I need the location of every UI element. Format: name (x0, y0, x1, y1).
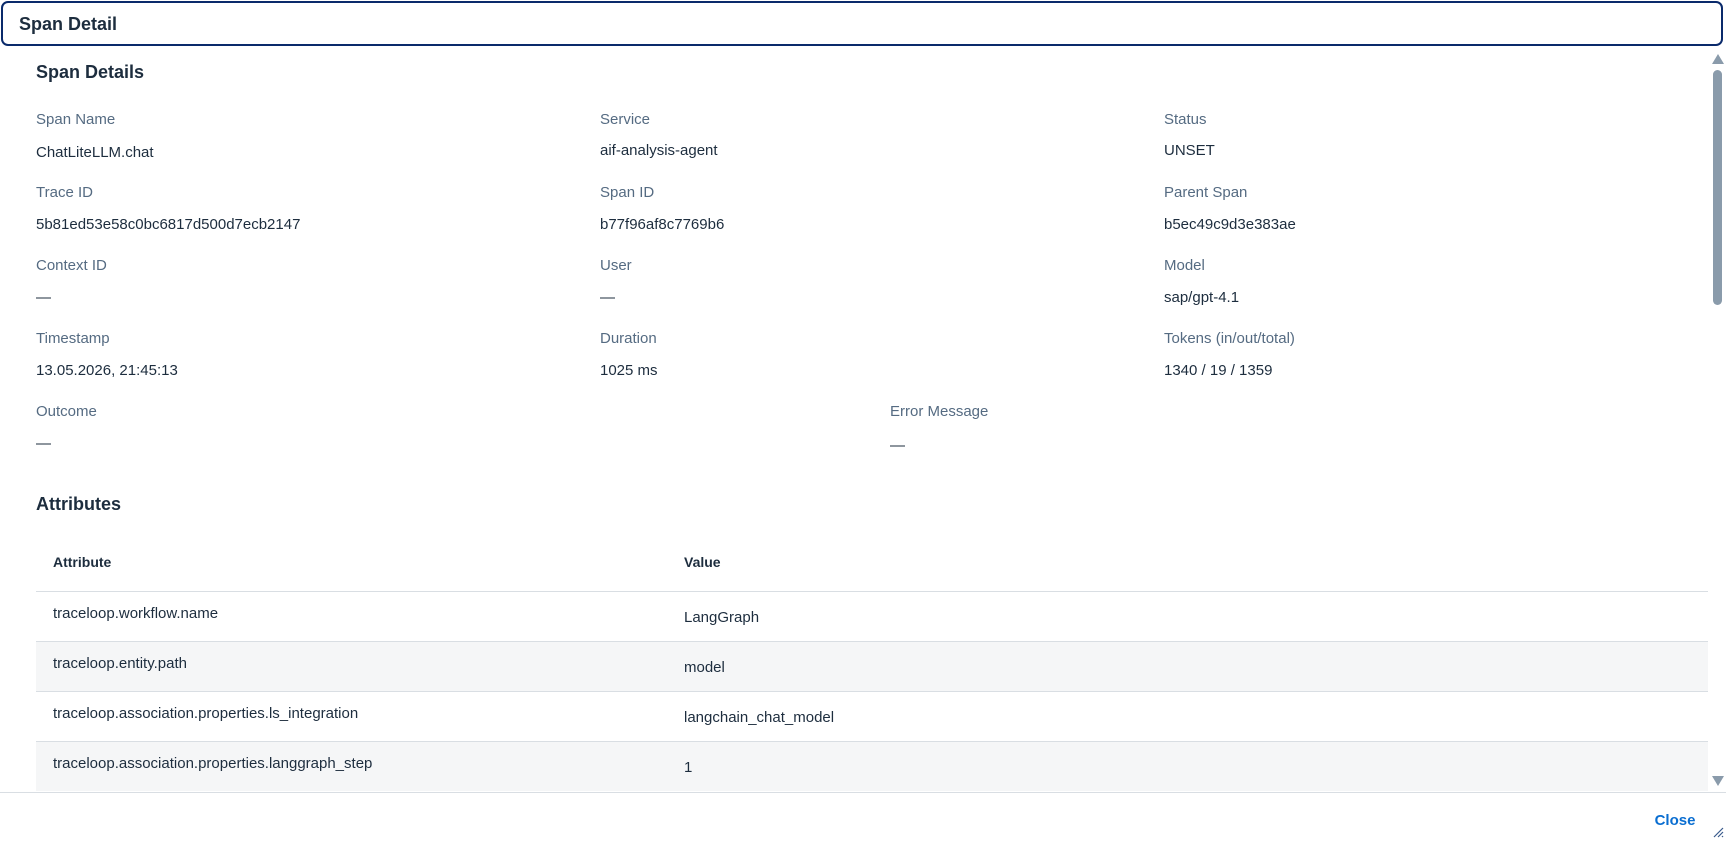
attribute-cell: traceloop.association.properties.langgra… (53, 755, 373, 772)
table-row[interactable]: traceloop.association.properties.ls_inte… (36, 692, 1708, 742)
dialog-header: Span Detail (1, 1, 1723, 46)
outcome-value: — (36, 435, 51, 452)
timestamp-label: Timestamp (36, 330, 110, 347)
value-cell: 1 (684, 759, 693, 776)
service-value: aif-analysis-agent (600, 142, 718, 159)
duration-label: Duration (600, 330, 657, 347)
attribute-cell: traceloop.association.properties.ls_inte… (53, 705, 359, 722)
context-id-value: — (36, 289, 51, 306)
resize-grip-icon[interactable] (1712, 826, 1724, 838)
status-label: Status (1164, 111, 1207, 128)
duration-value: 1025 ms (600, 362, 658, 379)
vertical-scrollbar[interactable] (1708, 52, 1726, 792)
table-row[interactable]: traceloop.association.properties.langgra… (36, 742, 1708, 791)
tokens-value: 1340 / 19 / 1359 (1164, 362, 1273, 379)
table-row[interactable]: traceloop.workflow.name LangGraph (36, 592, 1708, 642)
outcome-label: Outcome (36, 403, 97, 420)
value-cell: LangGraph (684, 609, 760, 626)
user-label: User (600, 257, 632, 274)
span-id-label: Span ID (600, 184, 655, 201)
span-details-heading: Span Details (36, 62, 145, 82)
parent-span-label: Parent Span (1164, 184, 1248, 201)
scroll-up-arrow-icon[interactable] (1712, 54, 1724, 64)
table-row[interactable]: traceloop.entity.path model (36, 642, 1708, 692)
model-label: Model (1164, 257, 1205, 274)
value-cell: model (684, 659, 725, 676)
attributes-table: Attribute Value traceloop.workflow.name … (36, 533, 1708, 791)
error-message-label: Error Message (890, 403, 989, 420)
span-id-value: b77f96af8c7769b6 (600, 216, 725, 233)
table-header: Attribute Value (36, 533, 1708, 592)
model-value: sap/gpt-4.1 (1164, 289, 1240, 306)
dialog-content[interactable]: Span Details Span Name ChatLiteLLM.chat … (0, 47, 1708, 791)
error-message-value: — (890, 437, 905, 454)
span-name-label: Span Name (36, 111, 116, 128)
scrollbar-thumb[interactable] (1713, 70, 1722, 305)
parent-span-value: b5ec49c9d3e383ae (1164, 216, 1296, 233)
attribute-cell: traceloop.entity.path (53, 655, 187, 672)
status-value: UNSET (1164, 142, 1215, 159)
dialog-footer: Close (0, 792, 1726, 841)
scroll-down-arrow-icon[interactable] (1712, 776, 1724, 786)
close-button[interactable]: Close (1640, 807, 1710, 833)
column-header-attribute[interactable]: Attribute (53, 554, 111, 570)
user-value: — (600, 289, 615, 306)
tokens-label: Tokens (in/out/total) (1164, 330, 1295, 347)
timestamp-value: 13.05.2026, 21:45:13 (36, 362, 178, 379)
dialog-title: Span Detail (19, 14, 118, 34)
column-header-value[interactable]: Value (684, 554, 721, 570)
attributes-heading: Attributes (36, 494, 121, 514)
attribute-cell: traceloop.workflow.name (53, 605, 219, 622)
span-name-value: ChatLiteLLM.chat (36, 144, 154, 161)
service-label: Service (600, 111, 651, 128)
span-detail-dialog: Span Detail Span Details Span Name ChatL… (0, 0, 1726, 841)
trace-id-label: Trace ID (36, 184, 93, 201)
context-id-label: Context ID (36, 257, 107, 274)
trace-id-value: 5b81ed53e58c0bc6817d500d7ecb2147 (36, 216, 301, 233)
value-cell: langchain_chat_model (684, 709, 835, 726)
